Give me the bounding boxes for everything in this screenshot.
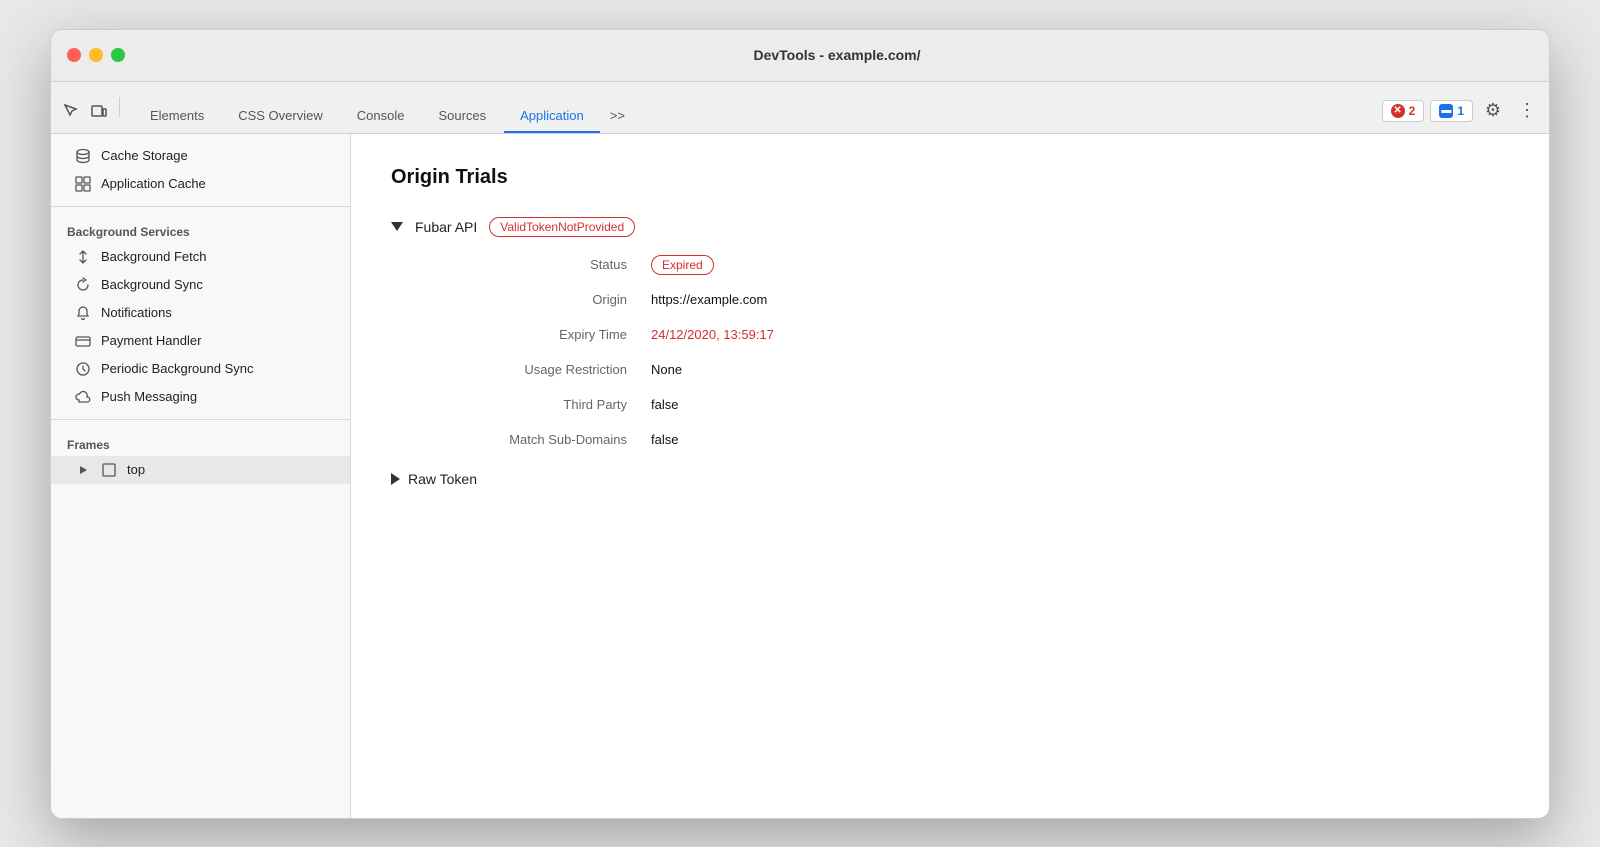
settings-icon[interactable]: ⚙ <box>1479 97 1507 125</box>
trial-expand-icon[interactable] <box>391 222 403 231</box>
application-cache-label: Application Cache <box>101 176 206 191</box>
sidebar-item-payment-handler[interactable]: Payment Handler <box>51 327 350 355</box>
info-badge-button[interactable]: ▬ 1 <box>1430 100 1473 122</box>
close-button[interactable] <box>67 48 81 62</box>
sidebar-item-periodic-background-sync[interactable]: Periodic Background Sync <box>51 355 350 383</box>
raw-token-row: Raw Token <box>391 471 1509 487</box>
status-value: Expired <box>651 257 1509 272</box>
cloud-icon <box>75 389 91 405</box>
frame-icon <box>101 462 117 478</box>
frame-top-label: top <box>127 462 145 477</box>
error-count: 2 <box>1409 104 1416 118</box>
match-sub-domains-value: false <box>651 432 1509 447</box>
origin-value: https://example.com <box>651 292 1509 307</box>
trial-status-badge: ValidTokenNotProvided <box>489 217 635 237</box>
main-area: Cache Storage Application Cache <box>51 134 1549 818</box>
sidebar-item-notifications[interactable]: Notifications <box>51 299 350 327</box>
error-badge-button[interactable]: ✕ 2 <box>1382 100 1425 122</box>
status-label: Status <box>431 257 651 272</box>
info-icon: ▬ <box>1439 104 1453 118</box>
push-messaging-label: Push Messaging <box>101 389 197 404</box>
maximize-button[interactable] <box>111 48 125 62</box>
background-services-label: Background Services <box>51 215 350 243</box>
trial-section: Fubar API ValidTokenNotProvided Status E… <box>391 217 1509 487</box>
match-sub-domains-label: Match Sub-Domains <box>431 432 651 447</box>
grid-icon <box>75 176 91 192</box>
background-fetch-label: Background Fetch <box>101 249 207 264</box>
detail-grid: Status Expired Origin https://example.co… <box>431 257 1509 447</box>
origin-label: Origin <box>431 292 651 307</box>
tab-css-overview[interactable]: CSS Overview <box>222 100 339 133</box>
sidebar-item-frame-top[interactable]: top <box>51 456 350 484</box>
title-bar: DevTools - example.com/ <box>51 30 1549 82</box>
sidebar-divider-1 <box>51 206 350 207</box>
clock-icon <box>75 361 91 377</box>
tab-divider <box>119 97 120 117</box>
tab-bar-right: ✕ 2 ▬ 1 ⚙ ⋮ <box>1382 97 1541 133</box>
device-toggle-icon[interactable] <box>87 99 111 123</box>
tab-sources[interactable]: Sources <box>422 100 502 133</box>
sidebar-item-background-sync[interactable]: Background Sync <box>51 271 350 299</box>
usage-restriction-label: Usage Restriction <box>431 362 651 377</box>
tab-bar: Elements CSS Overview Console Sources Ap… <box>51 82 1549 134</box>
triangle-right-small-icon <box>75 462 91 478</box>
sidebar-item-background-fetch[interactable]: Background Fetch <box>51 243 350 271</box>
trial-header: Fubar API ValidTokenNotProvided <box>391 217 1509 237</box>
content-panel: Origin Trials Fubar API ValidTokenNotPro… <box>351 134 1549 818</box>
raw-token-label: Raw Token <box>408 471 477 487</box>
database-icon <box>75 148 91 164</box>
sidebar: Cache Storage Application Cache <box>51 134 351 818</box>
usage-restriction-value: None <box>651 362 1509 377</box>
devtools-window: DevTools - example.com/ Elements CSS Ove… <box>50 29 1550 819</box>
tab-overflow[interactable]: >> <box>602 100 633 133</box>
background-sync-label: Background Sync <box>101 277 203 292</box>
devtools-icons <box>59 97 124 133</box>
sidebar-item-application-cache[interactable]: Application Cache <box>51 170 350 198</box>
refresh-icon <box>75 277 91 293</box>
frames-label: Frames <box>51 428 350 456</box>
inspect-icon[interactable] <box>59 99 83 123</box>
trial-name: Fubar API <box>415 219 477 235</box>
sidebar-divider-2 <box>51 419 350 420</box>
raw-token-expand-icon[interactable] <box>391 473 400 485</box>
more-options-icon[interactable]: ⋮ <box>1513 97 1541 125</box>
page-title: Origin Trials <box>391 166 1509 189</box>
tab-application[interactable]: Application <box>504 100 600 133</box>
expiry-time-value: 24/12/2020, 13:59:17 <box>651 327 1509 342</box>
minimize-button[interactable] <box>89 48 103 62</box>
arrows-updown-icon <box>75 249 91 265</box>
credit-card-icon <box>75 333 91 349</box>
status-badge-value: Expired <box>651 255 714 275</box>
third-party-value: false <box>651 397 1509 412</box>
tab-elements[interactable]: Elements <box>134 100 220 133</box>
third-party-label: Third Party <box>431 397 651 412</box>
traffic-lights <box>67 48 125 62</box>
cache-storage-label: Cache Storage <box>101 148 188 163</box>
notifications-label: Notifications <box>101 305 172 320</box>
error-icon: ✕ <box>1391 104 1405 118</box>
expiry-time-label: Expiry Time <box>431 327 651 342</box>
tab-console[interactable]: Console <box>341 100 421 133</box>
bell-icon <box>75 305 91 321</box>
periodic-background-sync-label: Periodic Background Sync <box>101 361 253 376</box>
sidebar-storage: Cache Storage Application Cache <box>51 134 350 198</box>
info-count: 1 <box>1457 104 1464 118</box>
window-title: DevTools - example.com/ <box>141 47 1533 63</box>
sidebar-item-cache-storage[interactable]: Cache Storage <box>51 142 350 170</box>
payment-handler-label: Payment Handler <box>101 333 201 348</box>
sidebar-item-push-messaging[interactable]: Push Messaging <box>51 383 350 411</box>
